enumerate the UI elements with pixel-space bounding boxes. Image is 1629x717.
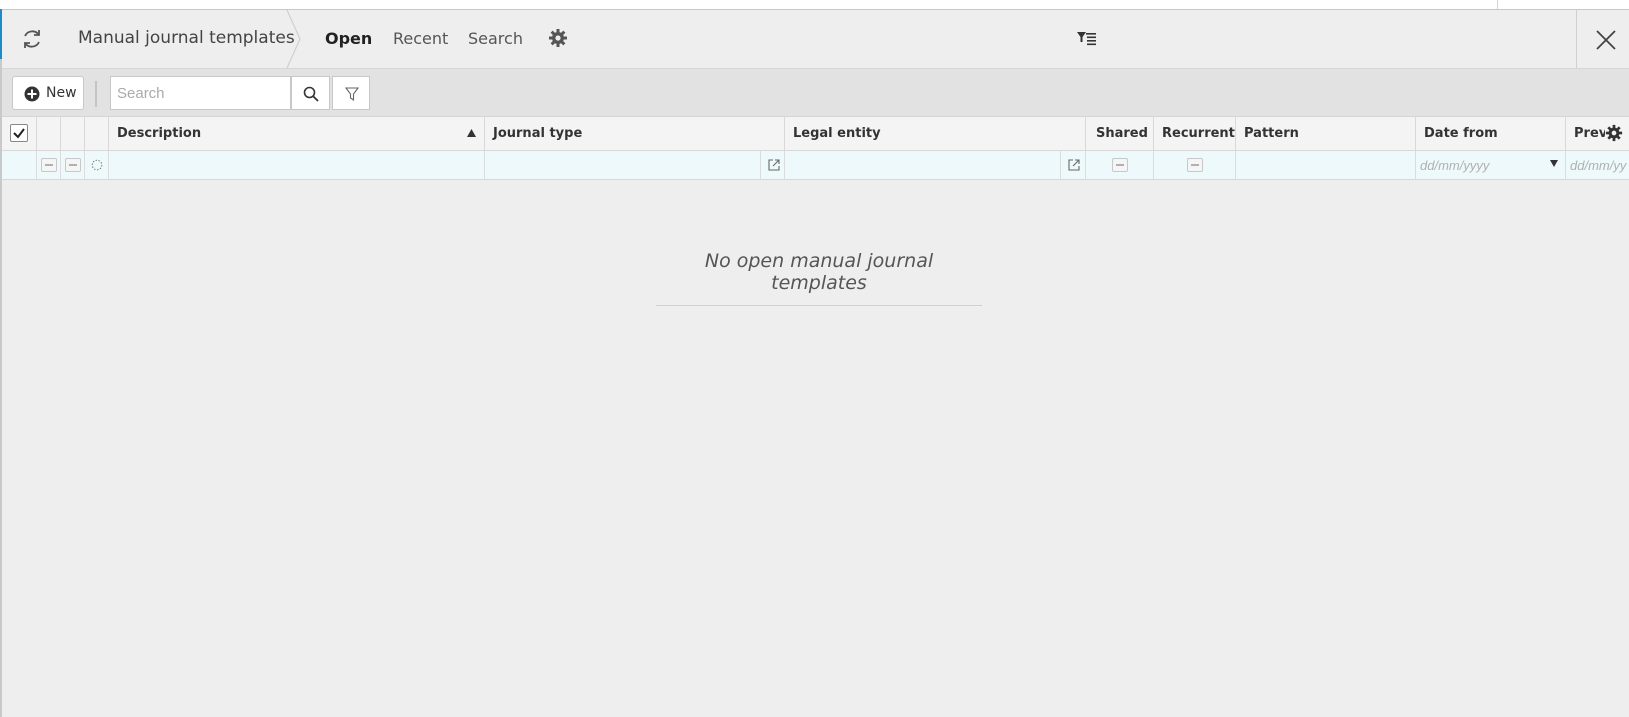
column-label: Recurrent <box>1162 126 1235 141</box>
select-all-checkbox[interactable] <box>10 124 28 142</box>
column-label: Prev <box>1574 126 1608 141</box>
filter-prev[interactable]: dd/mm/yy <box>1566 151 1629 179</box>
top-divider-tick <box>1497 0 1498 9</box>
indeterminate-checkbox[interactable] <box>41 158 57 172</box>
filter-cell-status-3 <box>85 151 109 179</box>
close-icon[interactable] <box>1594 28 1618 52</box>
sort-ascending-icon[interactable] <box>467 129 476 137</box>
date-placeholder: dd/mm/yy <box>1570 158 1627 173</box>
cell-divider <box>1060 151 1061 179</box>
filter-cell-status-1 <box>37 151 61 179</box>
indeterminate-checkbox[interactable] <box>1112 158 1128 172</box>
filter-description[interactable] <box>109 151 485 179</box>
cell-divider <box>760 151 761 179</box>
indeterminate-checkbox[interactable] <box>1187 158 1203 172</box>
page-title: Manual journal templates <box>78 28 295 48</box>
refresh-icon[interactable] <box>20 27 44 51</box>
page-header: Manual journal templates Open Recent Sea… <box>2 10 1629 69</box>
grid-settings-gear-icon[interactable] <box>1605 124 1623 142</box>
column-shared[interactable]: Shared <box>1086 117 1154 150</box>
filter-journal-type[interactable] <box>485 151 785 179</box>
gear-icon[interactable] <box>548 28 568 48</box>
filter-cell-select <box>2 151 37 179</box>
search-button[interactable] <box>291 76 330 110</box>
filter-pattern[interactable] <box>1236 151 1416 179</box>
new-button[interactable]: New <box>12 76 84 110</box>
filter-lines-icon[interactable] <box>1076 30 1098 48</box>
action-toolbar: New <box>2 69 1629 117</box>
funnel-icon <box>345 87 359 101</box>
filter-recurrent <box>1154 151 1236 179</box>
tab-search[interactable]: Search <box>468 29 523 48</box>
open-link-icon[interactable] <box>1067 158 1081 172</box>
plus-circle-icon <box>24 86 40 102</box>
search-icon <box>303 86 319 102</box>
grid-header: Description Journal type Legal entity Sh… <box>2 117 1629 151</box>
column-label: Journal type <box>493 126 583 141</box>
close-divider <box>1576 10 1577 68</box>
grid-filter-row: dd/mm/yyyy dd/mm/yy <box>2 151 1629 180</box>
column-pattern[interactable]: Pattern <box>1236 117 1416 150</box>
breadcrumb-separator <box>286 10 301 68</box>
status-column-2 <box>61 117 85 150</box>
search-input[interactable] <box>110 76 291 110</box>
filter-button[interactable] <box>332 76 370 110</box>
column-label: Date from <box>1424 126 1498 141</box>
filter-date-from[interactable]: dd/mm/yyyy <box>1416 151 1566 179</box>
column-recurrent[interactable]: Recurrent <box>1154 117 1236 150</box>
date-placeholder: dd/mm/yyyy <box>1420 158 1490 173</box>
status-column-1 <box>37 117 61 150</box>
select-all-column <box>2 117 37 150</box>
toolbar-separator <box>95 81 97 107</box>
column-label: Description <box>117 126 202 141</box>
column-label: Legal entity <box>793 126 881 141</box>
checkmark-icon <box>13 128 25 139</box>
column-journal-type[interactable]: Journal type <box>485 117 785 150</box>
column-description[interactable]: Description <box>109 117 485 150</box>
column-date-from[interactable]: Date from <box>1416 117 1566 150</box>
dropdown-caret-icon[interactable] <box>1550 160 1558 167</box>
filter-shared <box>1086 151 1154 179</box>
new-button-label: New <box>46 85 77 101</box>
filter-cell-status-2 <box>61 151 85 179</box>
tab-recent[interactable]: Recent <box>393 29 448 48</box>
indeterminate-checkbox[interactable] <box>65 158 81 172</box>
column-label: Pattern <box>1244 126 1299 141</box>
accent-bar <box>0 9 2 59</box>
empty-state-message: No open manual journal templates <box>656 250 982 306</box>
filter-legal-entity[interactable] <box>785 151 1086 179</box>
column-legal-entity[interactable]: Legal entity <box>785 117 1086 150</box>
column-label: Shared <box>1096 126 1148 141</box>
main-panel: Manual journal templates Open Recent Sea… <box>0 9 1629 717</box>
status-column-3 <box>85 117 109 150</box>
tab-open[interactable]: Open <box>325 29 372 48</box>
open-link-icon[interactable] <box>767 158 781 172</box>
dotted-circle-icon[interactable] <box>91 159 103 171</box>
